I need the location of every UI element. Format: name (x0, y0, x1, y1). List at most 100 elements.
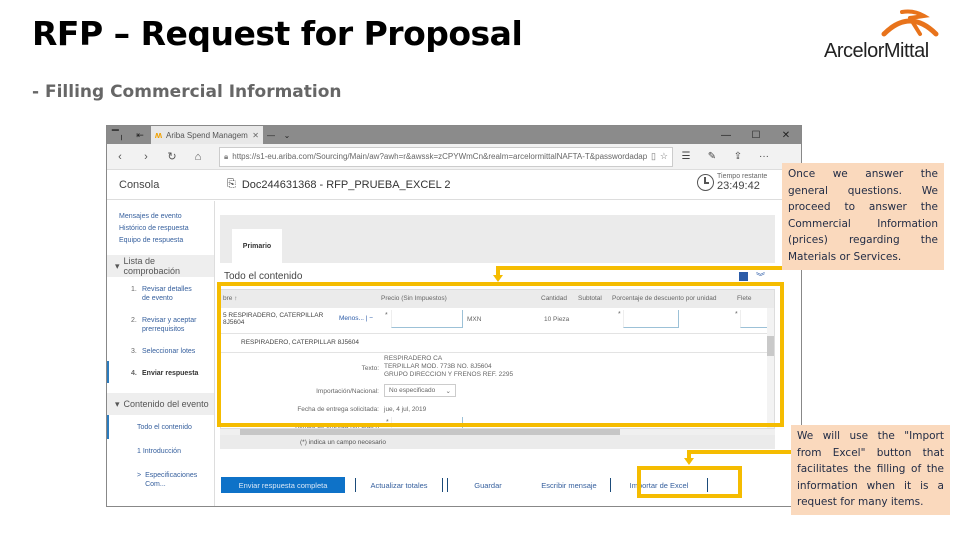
sidebar-item-commercial-specs[interactable]: > Especificaciones Com... (107, 471, 214, 489)
arrow-down-icon (684, 458, 694, 465)
horizontal-scrollbar[interactable] (220, 429, 775, 435)
forward-icon[interactable]: › (133, 151, 159, 163)
table-row-description: RESPIRADERO, CATERPILLAR 8J5604 (221, 335, 769, 353)
leadtime-input[interactable] (391, 417, 463, 428)
step-label: Revisar detalles de evento (142, 286, 192, 302)
url-value: https://s1-eu.ariba.com/Sourcing/Main/aw… (232, 152, 647, 161)
import-select[interactable]: No especificado ⌄ (384, 384, 456, 397)
arcelormittal-logo: ArcelorMittal (822, 4, 942, 64)
new-tab-button[interactable]: — (263, 131, 279, 140)
sidebar-item-all-content[interactable]: Todo el contenido (107, 415, 214, 439)
connector-line (687, 450, 793, 454)
price-input[interactable] (391, 310, 463, 328)
checklist-step-4[interactable]: 4. Enviar respuesta (107, 361, 214, 383)
sidebar-item-introduction[interactable]: 1 Introducción (107, 439, 214, 463)
time-remaining: Tiempo restante 23:49:42 (697, 173, 767, 192)
tab-menu-chevron-icon[interactable]: ⌄ (279, 131, 295, 140)
slide-subtitle: - Filling Commercial Information (32, 82, 342, 102)
logo-text: ArcelorMittal (824, 40, 929, 62)
tab-strip: Primario (220, 215, 775, 263)
save-button[interactable]: Guardar (448, 481, 528, 490)
close-tab-icon[interactable]: ✕ (252, 131, 259, 140)
step-number: 3. (131, 348, 137, 355)
table-row: 5 RESPIRADERO, CATERPILLAR 8J5604 Menos.… (221, 308, 772, 334)
text-line: GRUPO DIRECCION Y FRENOS REF. 2295 (384, 371, 514, 378)
reading-view-icon[interactable]: ▯ (651, 151, 656, 162)
sidebar-link-response-team[interactable]: Equipo de respuesta (107, 235, 214, 247)
items-grid: bre ↑ Precio (Sin Impuestos) Cantidad Su… (220, 289, 775, 429)
arrow-down-icon (493, 275, 503, 282)
event-content-title: Contenido del evento (123, 399, 209, 409)
favorite-star-icon[interactable]: ☆ (660, 151, 668, 162)
scroll-thumb[interactable] (240, 429, 620, 435)
checklist-step-1[interactable]: 1. Revisar detalles de evento (107, 277, 214, 308)
col-price[interactable]: Precio (Sin Impuestos) (381, 295, 447, 302)
grid-header: bre ↑ Precio (Sin Impuestos) Cantidad Su… (221, 290, 774, 308)
document-title-text: Doc244631368 - RFP_PRUEBA_EXCEL 2 (241, 178, 451, 191)
write-message-button[interactable]: Escribir mensaje (528, 481, 610, 490)
step-number: 2. (131, 317, 137, 324)
event-content-section[interactable]: ▾ Contenido del evento (107, 393, 214, 415)
timer-label: Tiempo restante (717, 173, 768, 180)
required-marker: * (618, 311, 621, 318)
main-content: Primario Todo el contenido ︾ bre ↑ Preci… (220, 201, 775, 449)
url-field[interactable]: 🔒︎ https://s1-eu.ariba.com/Sourcing/Main… (219, 146, 673, 167)
tab-primary[interactable]: Primario (232, 229, 282, 263)
lock-icon: 🔒︎ (224, 151, 229, 161)
commercial-specs-label: Especificaciones Com... (145, 472, 198, 488)
text-line: TERPILLAR MOD. 773B NO. 8J5604 (384, 363, 492, 370)
discount-input[interactable] (623, 310, 679, 328)
col-freight[interactable]: Flete (737, 295, 751, 302)
sidebar-link-event-messages[interactable]: Mensajes de evento (107, 211, 214, 223)
currency: MXN (467, 316, 482, 323)
vertical-scrollbar[interactable] (767, 308, 774, 428)
date-label: Fecha de entrega solicitada: (297, 406, 379, 413)
document-title: ⎘ Doc244631368 - RFP_PRUEBA_EXCEL 2 (217, 178, 451, 191)
step-number: 1. (131, 286, 137, 293)
minimize-button[interactable]: — (711, 130, 741, 141)
connector-line (496, 266, 782, 270)
step-label: Revisar y aceptar prerrequisitos (142, 317, 197, 333)
maximize-button[interactable]: ☐ (741, 130, 771, 141)
checklist-step-3[interactable]: 3. Seleccionar lotes (107, 339, 214, 361)
col-name[interactable]: bre ↑ (223, 295, 237, 302)
col-subtotal[interactable]: Subtotal (578, 295, 602, 302)
checklist-section[interactable]: ▾ Lista de comprobación (107, 255, 214, 277)
set-aside-tabs-icon[interactable]: ⇤ (129, 130, 151, 141)
required-marker: * (735, 311, 738, 318)
favorites-hub-icon[interactable]: ☰ (673, 151, 699, 162)
tab-label: Ariba Spend Manageme (166, 130, 249, 140)
double-chevron-down-icon[interactable]: ︾ (756, 270, 765, 283)
quantity-value: 10 Pieza (544, 316, 570, 323)
item-name: 5 RESPIRADERO, CATERPILLAR 8J5604 (223, 312, 324, 326)
update-totals-button[interactable]: Actualizar totales (356, 481, 442, 490)
address-bar: ‹ › ↻ ⌂ 🔒︎ https://s1-eu.ariba.com/Sourc… (107, 144, 801, 170)
checklist-step-2[interactable]: 2. Revisar y aceptar prerrequisitos (107, 308, 214, 339)
col-discount[interactable]: Porcentaje de descuento por unidad (612, 295, 716, 302)
table-options-icon[interactable] (738, 271, 748, 281)
chevron-right-icon: > (137, 472, 142, 479)
less-menu-link[interactable]: Menos... | − (339, 315, 373, 322)
text-value: RESPIRADERO CA TERPILLAR MOD. 773B NO. 8… (384, 355, 513, 379)
clock-icon (697, 174, 714, 191)
close-window-button[interactable]: ✕ (771, 130, 801, 141)
logo-swoosh-icon (881, 9, 939, 37)
back-icon[interactable]: ‹ (107, 151, 133, 163)
share-icon[interactable]: ⇪ (725, 151, 751, 162)
scroll-thumb[interactable] (767, 336, 774, 356)
sidebar-link-response-history[interactable]: Histórico de respuesta (107, 223, 214, 235)
import-excel-button[interactable]: Importar de Excel (611, 481, 707, 490)
console-link[interactable]: Consola (107, 179, 217, 191)
app-header: Consola ⎘ Doc244631368 - RFP_PRUEBA_EXCE… (107, 170, 801, 200)
import-label: Importación/Nacional: (316, 388, 379, 395)
col-quantity[interactable]: Cantidad (541, 295, 567, 302)
web-note-icon[interactable]: ✎ (699, 151, 725, 162)
submit-response-button[interactable]: Enviar respuesta completa (221, 477, 345, 493)
refresh-icon[interactable]: ↻ (159, 150, 185, 163)
checklist-title: Lista de comprobación (123, 256, 181, 276)
browser-tab-ariba[interactable]: ʍ Ariba Spend Manageme ✕ (151, 126, 263, 144)
item-description: RESPIRADERO, CATERPILLAR 8J5604 (241, 339, 360, 346)
more-icon[interactable]: ··· (751, 151, 777, 162)
tab-preview-icon[interactable]: ▔╷ (107, 130, 129, 141)
home-icon[interactable]: ⌂ (185, 151, 211, 163)
